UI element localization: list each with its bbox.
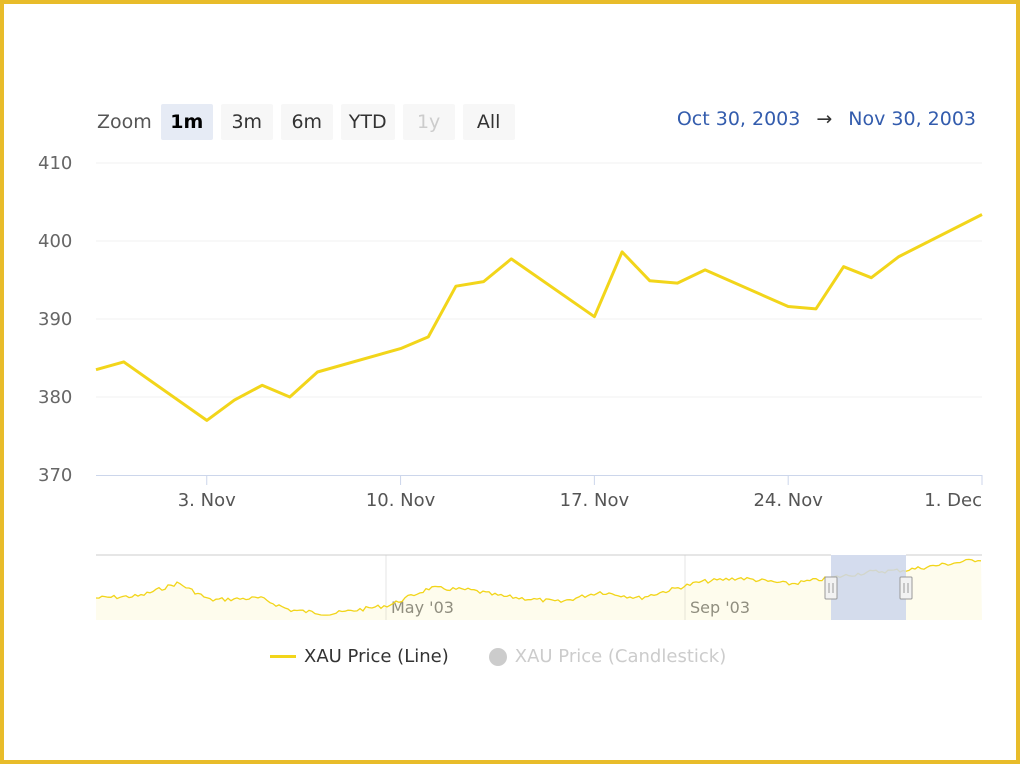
x-tick-label: 24. Nov — [753, 490, 823, 511]
x-tick-label: 1. Dec — [924, 490, 982, 511]
x-axis-ticks: 3. Nov 10. Nov 17. Nov 24. Nov 1. Dec — [178, 475, 983, 511]
x-tick-label: 3. Nov — [178, 490, 236, 511]
y-tick-label: 390 — [38, 309, 72, 330]
y-tick-label: 410 — [38, 153, 72, 174]
legend-dot-marker — [488, 647, 507, 666]
legend-label: XAU Price (Line) — [304, 646, 449, 667]
y-tick-label: 380 — [38, 387, 72, 408]
y-axis-labels: 410 400 390 380 370 — [38, 153, 72, 486]
navigator-left-handle[interactable] — [824, 576, 838, 600]
y-gridlines — [96, 162, 982, 398]
navigator[interactable]: May '03Sep '03 — [95, 554, 982, 620]
legend-item-line[interactable]: XAU Price (Line) — [270, 646, 449, 667]
y-tick-label: 400 — [38, 231, 72, 252]
legend-line-marker — [270, 655, 296, 658]
handle-grip[interactable] — [899, 576, 913, 600]
navigator-selected-range[interactable] — [831, 555, 906, 620]
x-tick-label: 10. Nov — [366, 490, 436, 511]
series-points — [95, 214, 983, 421]
y-tick-label: 370 — [38, 465, 72, 486]
legend: XAU Price (Line) XAU Price (Candlestick) — [270, 646, 726, 667]
navigator-right-handle[interactable] — [899, 576, 913, 600]
series-line[interactable] — [95, 213, 983, 422]
handle-grip[interactable] — [824, 576, 838, 600]
legend-item-candlestick[interactable]: XAU Price (Candlestick) — [488, 646, 727, 667]
x-tick-label: 17. Nov — [560, 490, 630, 511]
legend-label: XAU Price (Candlestick) — [514, 646, 727, 667]
